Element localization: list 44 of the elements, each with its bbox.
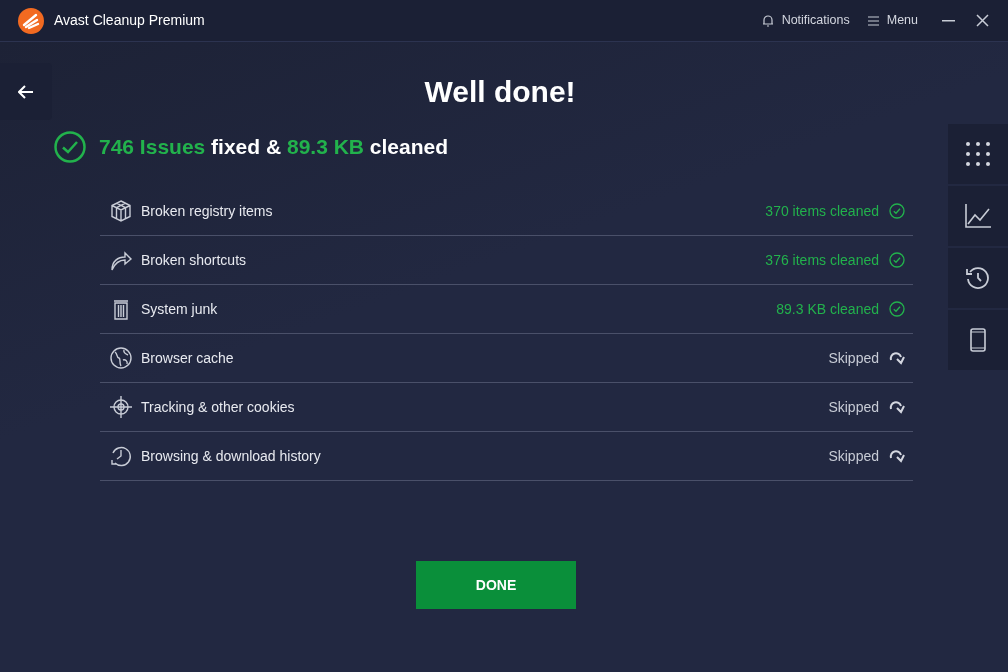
redo-arrow-icon (889, 351, 905, 365)
window-title: Avast Cleanup Premium (54, 11, 205, 30)
history-button[interactable] (948, 248, 1008, 308)
result-status: Skipped (828, 446, 879, 466)
clock-arrow-icon (109, 444, 133, 468)
result-name: Browsing & download history (141, 446, 321, 466)
result-status: 370 items cleaned (765, 201, 879, 221)
check-circle-icon (54, 131, 86, 163)
result-name: System junk (141, 299, 218, 319)
phone-icon (970, 328, 986, 352)
menu-button[interactable]: Menu (863, 11, 922, 30)
result-status: Skipped (828, 348, 879, 368)
menu-icon (867, 15, 879, 26)
result-status: 89.3 KB cleaned (776, 299, 879, 319)
minimize-icon (941, 19, 955, 22)
close-icon (975, 14, 989, 27)
apps-button[interactable] (948, 124, 1008, 184)
cube-grid-icon (109, 199, 133, 223)
notifications-button[interactable]: Notifications (757, 11, 854, 30)
result-name: Tracking & other cookies (141, 397, 295, 417)
result-status: 376 items cleaned (765, 250, 879, 270)
result-name: Browser cache (141, 348, 234, 368)
redo-arrow-icon (889, 449, 905, 463)
crosshair-icon (109, 395, 133, 419)
chart-button[interactable] (948, 186, 1008, 246)
globe-icon (109, 346, 133, 370)
heading: Well done! (423, 74, 577, 110)
phone-button[interactable] (948, 310, 1008, 370)
redo-arrow-icon (889, 400, 905, 414)
back-arrow-icon (18, 84, 34, 99)
check-circle-icon (889, 301, 905, 317)
result-name: Broken registry items (141, 201, 273, 221)
bell-icon (761, 14, 774, 27)
check-circle-icon (889, 203, 905, 219)
done-button[interactable]: DONE (416, 561, 576, 609)
check-circle-icon (889, 252, 905, 268)
close-button[interactable] (974, 12, 990, 29)
grid-icon (966, 142, 990, 166)
line-chart-icon (965, 204, 991, 228)
app-logo-icon (18, 7, 44, 34)
history-icon (966, 266, 990, 290)
result-name: Broken shortcuts (141, 250, 247, 270)
summary-text: 746 Issues fixed & 89.3 KB cleaned (99, 134, 449, 161)
result-status: Skipped (828, 397, 879, 417)
